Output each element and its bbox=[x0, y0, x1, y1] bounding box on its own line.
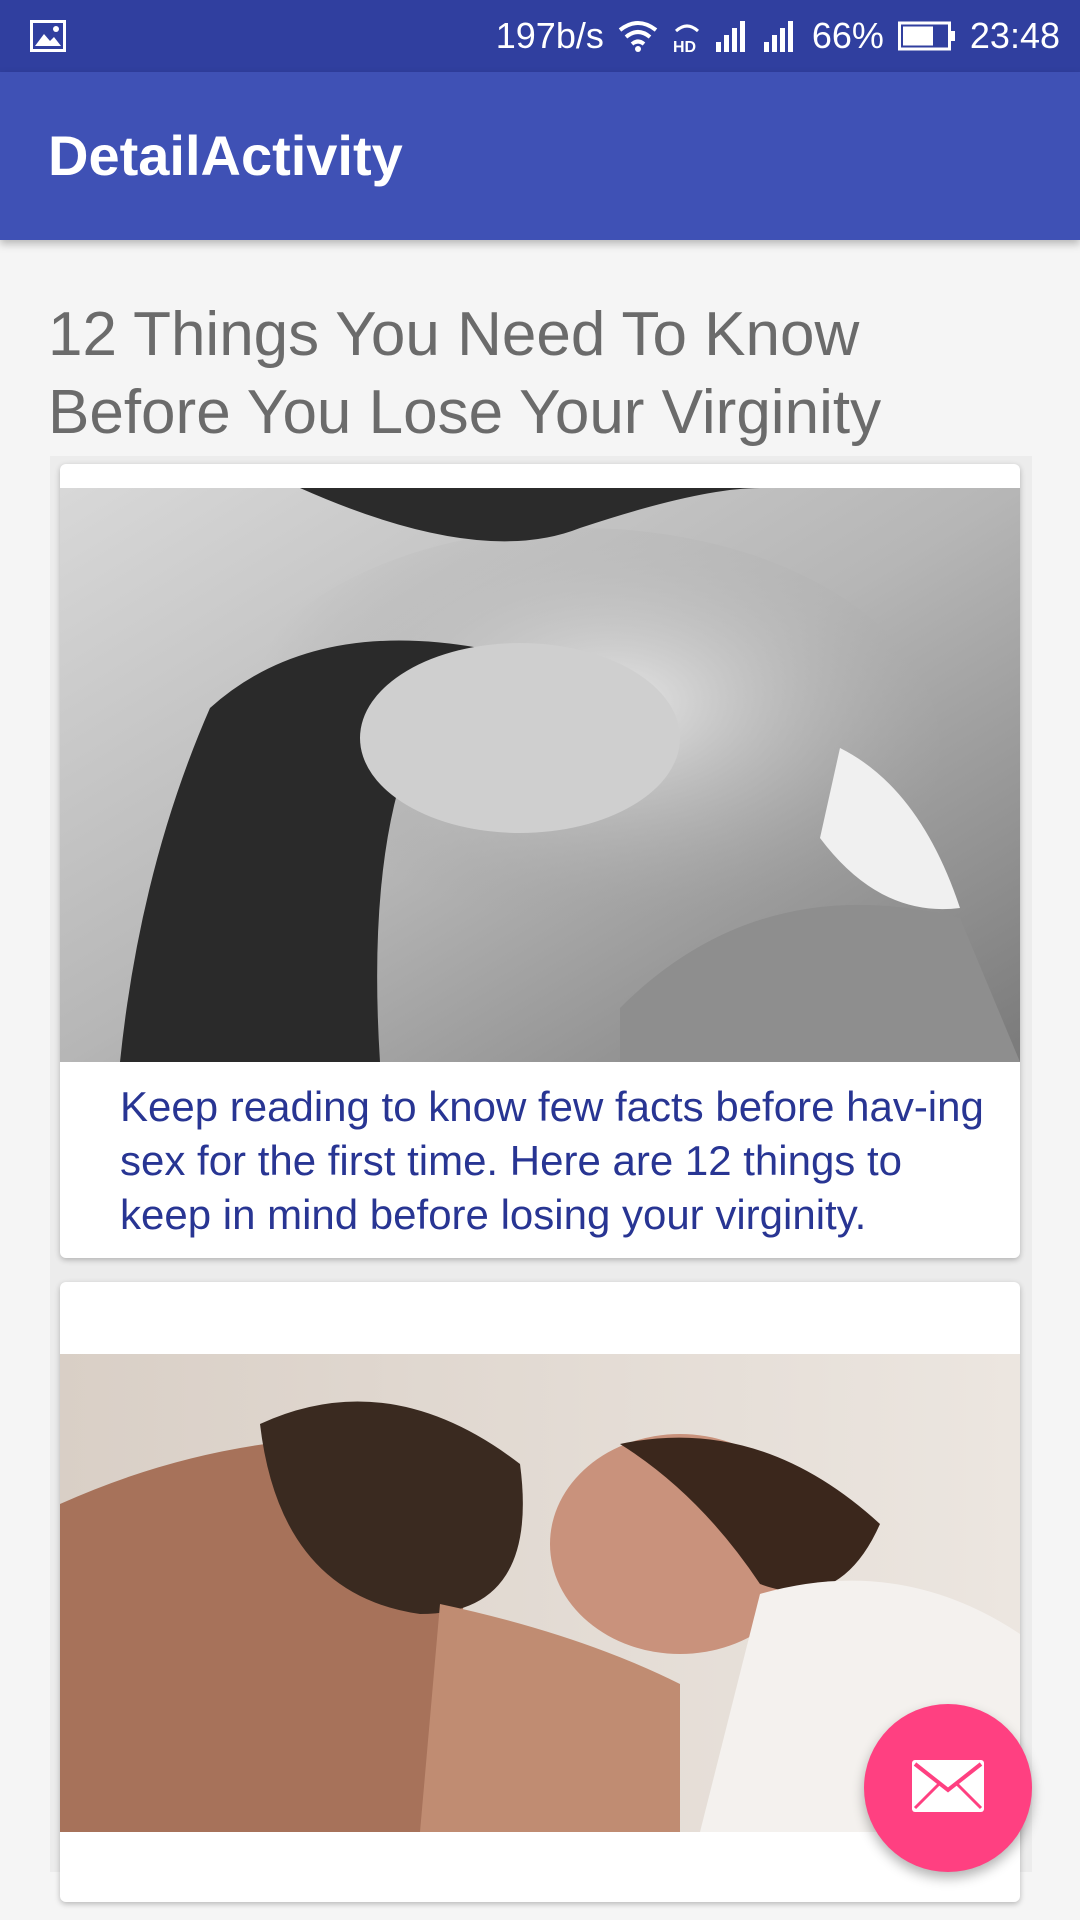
couple-photo-grayscale bbox=[60, 488, 1020, 1062]
send-email-button[interactable] bbox=[864, 1704, 1032, 1872]
svg-text:HD: HD bbox=[673, 39, 696, 53]
battery-icon bbox=[897, 21, 956, 51]
card-description: Keep reading to know few facts before ha… bbox=[120, 1083, 984, 1238]
signal-icon bbox=[763, 20, 798, 52]
gallery-icon bbox=[30, 20, 66, 52]
hd-icon: HD bbox=[672, 19, 702, 53]
network-speed: 197b/s bbox=[495, 15, 604, 56]
clock: 23:48 bbox=[969, 15, 1060, 56]
signal-icon bbox=[715, 20, 750, 52]
mail-icon bbox=[912, 1759, 984, 1817]
article-headline: 12 Things You Need To Know Before You Lo… bbox=[48, 300, 882, 447]
app-bar: DetailActivity bbox=[0, 72, 1080, 240]
status-bar-right: 197b/s HD 66% 23:48 bbox=[496, 0, 1060, 72]
article-content[interactable]: 12 Things You Need To Know Before You Lo… bbox=[0, 240, 1080, 1920]
wifi-icon bbox=[618, 20, 658, 52]
battery-percent: 66% bbox=[811, 15, 884, 56]
status-bar: 197b/s HD 66% 23:48 bbox=[0, 0, 1080, 72]
article-card[interactable]: Keep reading to know few facts before ha… bbox=[60, 464, 1020, 1258]
app-bar-title: DetailActivity bbox=[48, 124, 403, 187]
